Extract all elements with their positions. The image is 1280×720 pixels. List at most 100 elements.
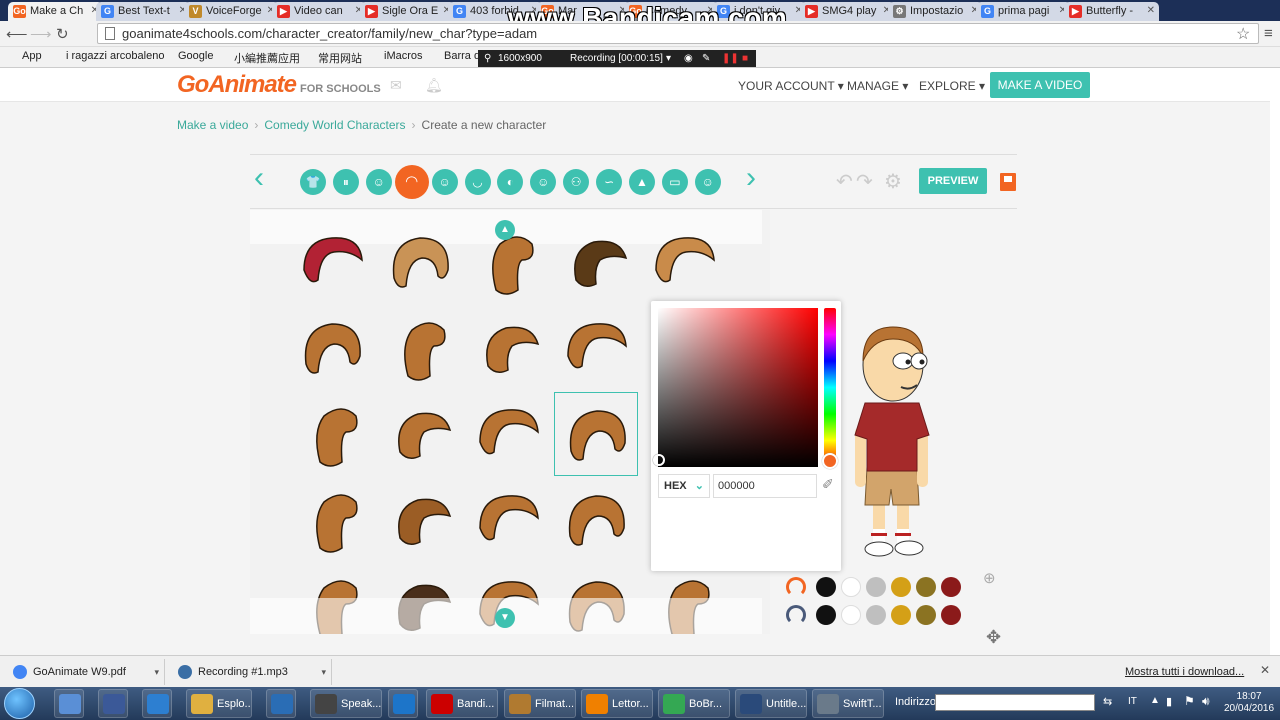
breadcrumb-make-a-video[interactable]: Make a video bbox=[177, 118, 248, 132]
saturation-knob[interactable] bbox=[653, 454, 665, 466]
taskbar-item[interactable]: Bandi... bbox=[426, 689, 498, 718]
browser-tab[interactable]: ▶ Sigle Ora E ✕ bbox=[360, 2, 455, 21]
color-swatch[interactable] bbox=[841, 577, 861, 597]
bookmark-item[interactable]: Google bbox=[178, 50, 213, 62]
bell-icon[interactable]: 🔔︎ bbox=[425, 77, 443, 94]
browser-tab[interactable]: ▶ Butterfly - ✕ bbox=[1064, 2, 1159, 21]
taskbar-item[interactable] bbox=[388, 689, 418, 718]
color-swatch[interactable] bbox=[816, 577, 836, 597]
volume-icon[interactable]: 🔊︎ bbox=[1202, 694, 1210, 709]
hue-knob[interactable] bbox=[822, 453, 838, 469]
redo-icon[interactable]: ↷ bbox=[856, 169, 873, 194]
back-icon[interactable]: ⟵ bbox=[6, 25, 28, 43]
close-download-bar-icon[interactable]: ✕ bbox=[1260, 663, 1270, 677]
swatch-part-icon[interactable] bbox=[786, 605, 806, 625]
hair-option[interactable] bbox=[554, 220, 638, 304]
taskbar-item[interactable]: Untitle... bbox=[735, 689, 807, 718]
category-icon[interactable]: ⚇ bbox=[563, 169, 590, 195]
mail-icon[interactable]: ✉ bbox=[390, 77, 402, 94]
download-item[interactable]: GoAnimate W9.pdf ▾ bbox=[5, 659, 165, 685]
browser-tab[interactable]: ▶ Video can ✕ bbox=[272, 2, 367, 21]
hair-scroll-down-button[interactable]: ▼ bbox=[495, 608, 515, 628]
address-go-icon[interactable]: ⇆ bbox=[1103, 695, 1112, 708]
color-swatch[interactable] bbox=[866, 605, 886, 625]
goanimate-logo[interactable]: GoAnimate FOR SCHOOLS bbox=[177, 71, 381, 99]
nav-your-account[interactable]: YOUR ACCOUNT ▾ bbox=[738, 79, 844, 93]
swatch-part-icon[interactable] bbox=[786, 577, 806, 597]
category-icon[interactable]: ☺ bbox=[694, 169, 721, 195]
zoom-icon[interactable]: ⊕ bbox=[983, 569, 996, 587]
category-icon[interactable]: ∽ bbox=[596, 169, 623, 195]
color-swatch[interactable] bbox=[941, 577, 961, 597]
download-menu-icon[interactable]: ▾ bbox=[321, 659, 326, 685]
color-swatch[interactable] bbox=[841, 605, 861, 625]
category-icon[interactable]: ▲ bbox=[629, 169, 655, 195]
taskbar-item[interactable]: Speak... bbox=[310, 689, 382, 718]
settings-gear-icon[interactable]: ⚙ bbox=[884, 169, 902, 194]
bookmark-item[interactable]: i ragazzi arcobaleno bbox=[66, 50, 164, 62]
download-item[interactable]: Recording #1.mp3 ▾ bbox=[170, 659, 332, 685]
taskbar-item[interactable]: Lettor... bbox=[581, 689, 653, 718]
move-icon[interactable]: ✥ bbox=[986, 627, 1001, 648]
language-indicator[interactable]: IT bbox=[1128, 696, 1137, 707]
nav-explore[interactable]: EXPLORE ▾ bbox=[919, 79, 985, 93]
category-icon[interactable]: ⏸ bbox=[332, 169, 359, 195]
color-swatch[interactable] bbox=[891, 577, 911, 597]
hair-option[interactable] bbox=[378, 306, 462, 390]
taskbar-item[interactable] bbox=[142, 689, 172, 718]
tray-arrow-icon[interactable]: ▲ bbox=[1150, 695, 1160, 706]
download-menu-icon[interactable]: ▾ bbox=[154, 659, 159, 685]
taskbar-item[interactable]: SwiftT... bbox=[812, 689, 884, 718]
browser-tab[interactable]: Go Make a Ch ✕ bbox=[8, 2, 103, 21]
category-icon[interactable]: ▭ bbox=[661, 169, 688, 195]
hair-option[interactable] bbox=[554, 392, 638, 476]
category-icon[interactable]: ☺ bbox=[365, 169, 392, 195]
color-swatch[interactable] bbox=[916, 577, 936, 597]
dropdown-icon[interactable]: ▾ bbox=[666, 50, 671, 67]
forward-icon[interactable]: ⟶ bbox=[30, 25, 52, 43]
category-icon[interactable]: ☺ bbox=[530, 169, 557, 195]
hair-option[interactable] bbox=[378, 392, 462, 476]
bookmark-item[interactable]: App bbox=[22, 50, 42, 62]
tab-close-icon[interactable]: ✕ bbox=[1147, 2, 1155, 20]
color-swatch[interactable] bbox=[891, 605, 911, 625]
preview-button[interactable]: PREVIEW bbox=[919, 168, 987, 194]
chrome-menu-icon[interactable]: ≡ bbox=[1264, 25, 1273, 42]
browser-tab[interactable]: ▶ SMG4 play ✕ bbox=[800, 2, 895, 21]
hair-option[interactable] bbox=[642, 220, 726, 304]
network-icon[interactable]: ▮ bbox=[1166, 695, 1172, 708]
category-icon[interactable]: ☺ bbox=[431, 169, 458, 195]
category-prev-arrow[interactable]: ‹ bbox=[254, 163, 264, 193]
browser-tab[interactable]: V VoiceForge ✕ bbox=[184, 2, 279, 21]
hue-slider[interactable] bbox=[824, 308, 836, 467]
hair-option[interactable] bbox=[554, 306, 638, 390]
save-icon[interactable] bbox=[1000, 173, 1016, 191]
taskbar-item[interactable]: Filmat... bbox=[504, 689, 576, 718]
category-icon[interactable]: ◠ bbox=[394, 165, 429, 199]
taskbar-item[interactable]: Esplo... bbox=[186, 689, 252, 718]
eyedropper-icon[interactable]: ✐ bbox=[822, 476, 834, 493]
hair-option[interactable] bbox=[290, 392, 374, 476]
color-swatch[interactable] bbox=[816, 605, 836, 625]
category-icon[interactable]: ◡ bbox=[464, 169, 491, 195]
browser-tab[interactable]: G Best Text-t ✕ bbox=[96, 2, 191, 21]
browser-tab[interactable]: Gprima pagi ✕ bbox=[976, 2, 1071, 21]
pen-icon[interactable]: ✎ bbox=[702, 50, 710, 67]
color-swatch[interactable] bbox=[941, 605, 961, 625]
camera-icon[interactable]: ◉ bbox=[684, 50, 693, 67]
pause-icon[interactable]: ❚❚ bbox=[722, 50, 739, 67]
taskbar-item[interactable] bbox=[54, 689, 84, 718]
address-toolbar-input[interactable] bbox=[935, 694, 1095, 711]
bookmark-item[interactable]: 小編推薦应用 bbox=[234, 50, 300, 66]
stop-icon[interactable]: ■ bbox=[742, 50, 748, 67]
action-center-icon[interactable]: ⚑ bbox=[1184, 694, 1195, 708]
hair-option[interactable] bbox=[290, 306, 374, 390]
make-a-video-button[interactable]: MAKE A VIDEO bbox=[990, 72, 1090, 98]
nav-manage[interactable]: MANAGE ▾ bbox=[847, 79, 908, 93]
hair-option[interactable] bbox=[290, 220, 374, 304]
hair-option[interactable] bbox=[290, 478, 374, 562]
hair-option[interactable] bbox=[466, 306, 550, 390]
bookmark-item[interactable]: iMacros bbox=[384, 50, 423, 62]
hair-option[interactable] bbox=[378, 220, 462, 304]
start-button[interactable] bbox=[4, 688, 35, 719]
